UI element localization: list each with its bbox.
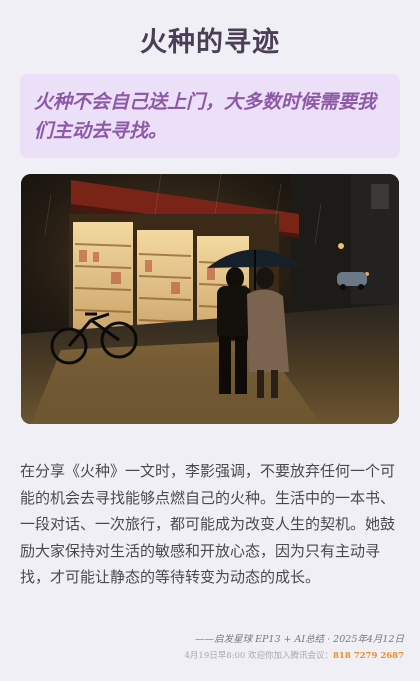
meeting-id: 818 7279 2687 — [333, 651, 404, 661]
page-title: 火种的寻迹 — [140, 27, 280, 58]
article-body: 在分享《火种》一文时，李影强调，不要放弃任何一个可能的机会去寻找能够点燃自己的火… — [20, 462, 396, 586]
illustration-image — [21, 174, 399, 424]
signature: ——启发星球 EP13 + AI总结 · 2025年4月12日 — [195, 634, 404, 645]
quote-box: 火种不会自己送上门，大多数时候需要我们主动去寻找。 — [20, 74, 400, 158]
rainy-night-store-illustration — [21, 174, 399, 424]
meeting-notice-text: 4月19日早8:00 欢迎你加入腾讯会议： — [184, 651, 334, 661]
quote-text: 火种不会自己送上门，大多数时候需要我们主动去寻找。 — [34, 91, 377, 142]
meeting-notice: 4月19日早8:00 欢迎你加入腾讯会议：818 7279 2687 — [185, 649, 405, 661]
